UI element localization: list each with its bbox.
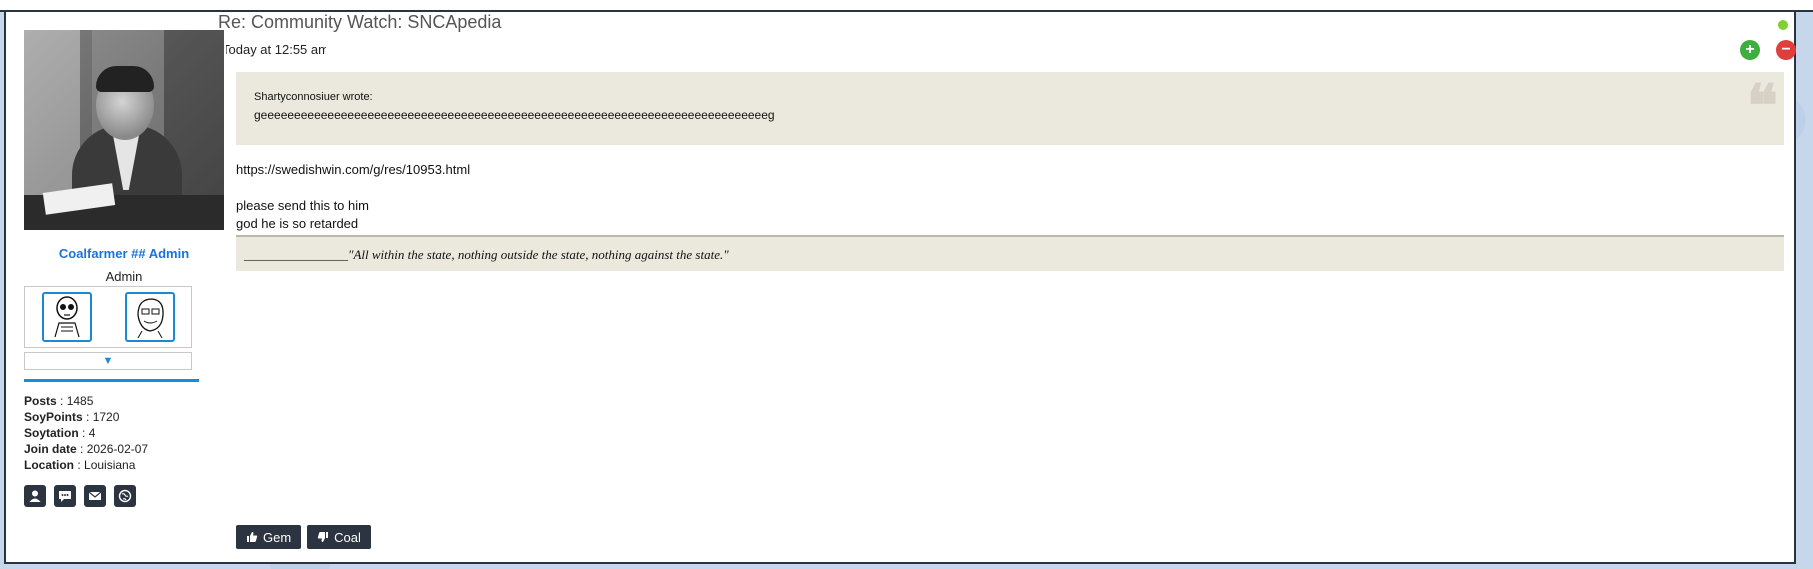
quote-block: Shartyconnosiuer wrote: geeeeeeeeeeeeeee…: [236, 72, 1784, 145]
profile-icon[interactable]: [24, 485, 46, 507]
profile-divider: [24, 379, 199, 382]
thumbs-down-icon: [318, 532, 329, 542]
skeleton-badge-icon[interactable]: [41, 292, 92, 342]
post-link[interactable]: https://swedishwin.com/g/res/10953.html: [236, 161, 470, 179]
stat-soypoints: SoyPoints : 1720: [24, 410, 120, 424]
author-profile: Coalfarmer ## Admin Admin ▼ Posts: 1485…: [24, 30, 224, 507]
website-icon[interactable]: [114, 485, 136, 507]
quote-mark-icon: ❝: [1746, 72, 1778, 140]
badges-panel: [24, 286, 192, 348]
author-username[interactable]: Coalfarmer ## Admin: [24, 246, 224, 261]
online-status-indicator: [1778, 20, 1788, 30]
forum-post: Re: Community Watch: SNCApedia Today at …: [4, 12, 1796, 564]
post-body: https://swedishwin.com/g/res/10953.html …: [236, 161, 470, 233]
wojak-badge-icon[interactable]: [124, 292, 175, 342]
stat-posts: Posts : 1485: [24, 394, 94, 408]
post-date: Today at 12:55 am: [226, 42, 326, 57]
post-line: god he is so retarded: [236, 216, 359, 231]
author-rank: Admin: [105, 269, 143, 284]
vote-up-button[interactable]: +: [1740, 40, 1760, 60]
avatar[interactable]: [24, 30, 224, 230]
thumbs-up-icon: [247, 532, 258, 542]
expand-profile-toggle[interactable]: ▼: [24, 352, 192, 370]
top-strip: [0, 0, 1813, 12]
quote-text: geeeeeeeeeeeeeeeeeeeeeeeeeeeeeeeeeeeeeee…: [254, 108, 775, 122]
vote-down-button[interactable]: −: [1776, 40, 1796, 60]
author-stats: Posts : 1485 SoyPoints : 1720 Soytation …: [24, 393, 224, 473]
quote-author: Shartyconnosiuer wrote:: [254, 91, 373, 103]
coal-label: Coal: [334, 529, 361, 545]
message-icon[interactable]: [54, 485, 76, 507]
stat-join-date: Join date : 2026-02-07: [24, 442, 149, 456]
contact-icons: [24, 485, 224, 507]
email-icon[interactable]: [84, 485, 106, 507]
reaction-buttons: Gem Coal: [236, 525, 371, 549]
coal-button[interactable]: Coal: [307, 525, 371, 549]
stat-location: Location : Louisiana: [24, 458, 136, 472]
post-signature: ________________"All within the state, n…: [236, 235, 1784, 271]
gem-button[interactable]: Gem: [236, 525, 302, 549]
gem-label: Gem: [263, 529, 292, 545]
post-title[interactable]: Re: Community Watch: SNCApedia: [218, 12, 501, 33]
post-line: please send this to him: [236, 198, 369, 213]
stat-soytation: Soytation : 4: [24, 426, 96, 440]
